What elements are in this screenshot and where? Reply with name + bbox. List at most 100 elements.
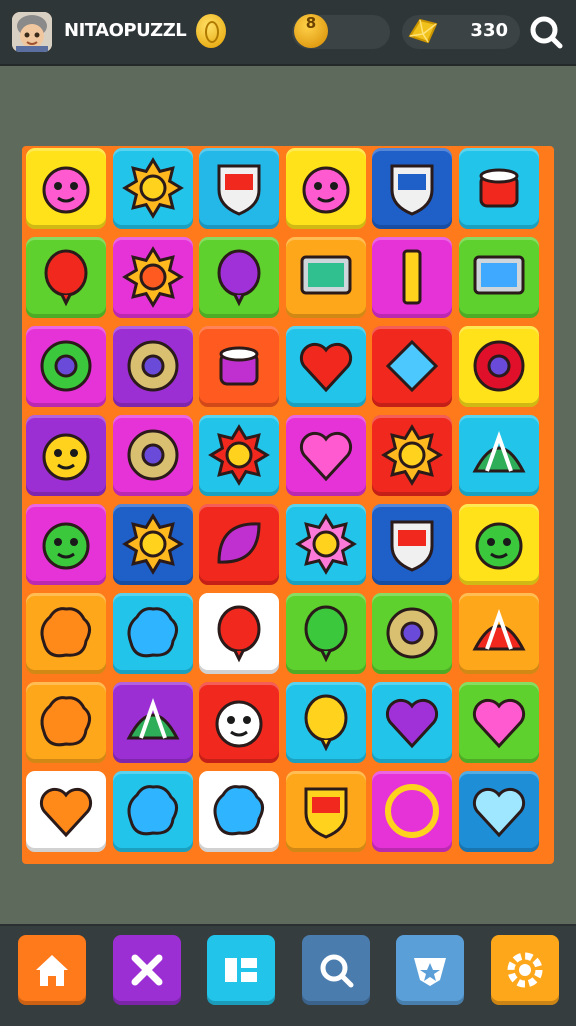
sunflower-face-icon <box>121 513 184 575</box>
board-tile[interactable] <box>199 237 279 318</box>
board-tile[interactable] <box>372 682 452 763</box>
yellow-shield-icon <box>304 787 347 839</box>
board-tile[interactable] <box>199 148 279 229</box>
green-balloon-icon <box>304 605 347 663</box>
board-tile[interactable] <box>372 415 452 496</box>
board-tile[interactable] <box>199 415 279 496</box>
nav-button-search[interactable] <box>301 935 370 1005</box>
orange-blob-icon <box>40 696 91 747</box>
board-tile[interactable] <box>112 593 193 674</box>
green-gear-icon <box>40 340 92 392</box>
green-alien-icon <box>42 522 90 570</box>
ornate-banner-icon <box>390 520 434 572</box>
nav-button-close[interactable] <box>112 935 181 1005</box>
orange-heart-icon <box>39 787 93 838</box>
light-blue-heart-icon <box>472 787 525 838</box>
white-ghost-icon <box>215 700 263 748</box>
board-tile[interactable] <box>372 148 452 229</box>
board-tile[interactable] <box>285 148 366 229</box>
nav-button-home[interactable] <box>18 935 86 1005</box>
board-tile[interactable] <box>26 326 106 407</box>
blue-diamond-icon <box>385 339 439 393</box>
yellow-drop-icon <box>304 694 347 752</box>
board-tile[interactable] <box>285 771 366 852</box>
pink-hat-bear-icon <box>42 166 90 214</box>
board-tile[interactable] <box>458 593 539 674</box>
board-tile[interactable] <box>199 326 279 407</box>
board-tile[interactable] <box>458 504 539 585</box>
board-tile[interactable] <box>112 771 193 852</box>
search-icon[interactable] <box>528 14 564 50</box>
board-tile[interactable] <box>372 326 452 407</box>
puzzle-board <box>22 146 554 864</box>
board-tile[interactable] <box>26 504 106 585</box>
nav-button-star-badge[interactable] <box>396 935 464 1005</box>
board-tile[interactable] <box>26 682 106 763</box>
target-ring-icon <box>127 340 178 392</box>
board-tile[interactable] <box>285 682 366 763</box>
bottom-nav-bar <box>0 924 576 1026</box>
board-tile[interactable] <box>26 148 106 229</box>
pink-heart-icon <box>472 698 525 749</box>
dial-ring-icon <box>127 429 178 481</box>
board-tile[interactable] <box>199 682 279 763</box>
nav-button-grid[interactable] <box>207 935 275 1005</box>
board-tile[interactable] <box>199 504 279 585</box>
purple-leaf-icon <box>217 522 261 564</box>
board-tile[interactable] <box>285 237 366 318</box>
green-turtle-icon <box>475 522 522 570</box>
board-tile[interactable] <box>199 593 279 674</box>
red-sun-face-icon <box>208 424 270 486</box>
gold-ring-icon <box>385 784 439 838</box>
board-tile[interactable] <box>372 237 452 318</box>
board-tile[interactable] <box>458 682 539 763</box>
board-tile[interactable] <box>26 771 106 852</box>
board-tile[interactable] <box>199 771 279 852</box>
watermelon-slice-icon <box>472 608 525 651</box>
board-tile[interactable] <box>112 237 193 318</box>
purple-heart-icon <box>385 698 439 749</box>
board-tile[interactable] <box>458 237 539 318</box>
board-tile[interactable] <box>458 326 539 407</box>
board-tile[interactable] <box>285 415 366 496</box>
close-icon <box>131 954 162 986</box>
top-bar: NITAOPUZZL 8 330 <box>0 0 576 66</box>
board-tile[interactable] <box>112 148 193 229</box>
board-tile[interactable] <box>112 326 193 407</box>
grid-icon <box>225 958 257 982</box>
wheel-icon <box>386 607 438 659</box>
board-tile[interactable] <box>285 593 366 674</box>
lollipop-icon <box>217 605 261 663</box>
board-tile[interactable] <box>458 771 539 852</box>
gem-count: 330 <box>470 20 508 41</box>
nav-button-settings-gear[interactable] <box>490 935 559 1005</box>
board-tile[interactable] <box>112 682 193 763</box>
board-tile[interactable] <box>112 504 193 585</box>
board-tile[interactable] <box>112 415 193 496</box>
board-tile[interactable] <box>372 504 452 585</box>
yellow-pillar-icon <box>402 249 422 305</box>
board-tile[interactable] <box>285 504 366 585</box>
laptop-icon <box>473 255 524 295</box>
board-tile[interactable] <box>26 237 106 318</box>
board-tile[interactable] <box>26 415 106 496</box>
purple-pot-icon <box>219 346 259 386</box>
sunflower-icon <box>121 157 184 219</box>
board-tile[interactable] <box>458 148 539 229</box>
board-tile[interactable] <box>372 593 452 674</box>
board-tile[interactable] <box>26 593 106 674</box>
pink-flame-creature-icon <box>302 166 349 214</box>
shield-crest-icon <box>217 164 261 216</box>
home-icon <box>36 955 68 986</box>
coin-icon <box>196 14 226 48</box>
yellow-critter-icon <box>42 433 90 481</box>
player-avatar-icon[interactable] <box>12 12 52 52</box>
board-tile[interactable] <box>285 326 366 407</box>
board-tile[interactable] <box>458 415 539 496</box>
red-heart-icon <box>299 342 352 393</box>
board-tile[interactable] <box>372 771 452 852</box>
blue-shield-crest-icon <box>390 164 434 216</box>
blue-blob-icon <box>127 607 178 658</box>
blue-bubble-icon <box>127 785 178 836</box>
blue-bubble-icon <box>213 785 264 836</box>
